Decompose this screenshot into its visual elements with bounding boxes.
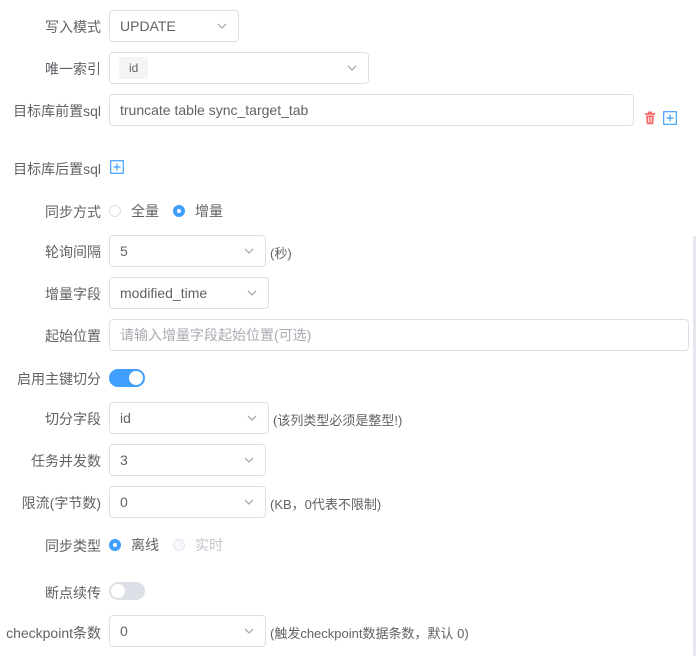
start-position-input[interactable]: 请输入增量字段起始位置(可选) [109, 319, 689, 351]
enable-pk-split-switch[interactable] [109, 369, 145, 387]
unique-index-label: 唯一索引 [45, 61, 101, 77]
chevron-down-icon [247, 414, 257, 422]
sync-mode-incremental-label: 增量 [195, 203, 223, 219]
chevron-down-icon [347, 64, 357, 72]
incremental-field-value: modified_time [120, 285, 208, 301]
checkpoint-count-hint: (触发checkpoint数据条数，默认 0) [270, 626, 469, 641]
target-pre-sql-value: truncate table sync_target_tab [120, 102, 309, 118]
split-field-label: 切分字段 [45, 411, 101, 427]
switch-knob [111, 584, 125, 598]
target-post-sql-row: 目标库后置sql [0, 158, 696, 178]
sync-type-realtime-label: 实时 [195, 537, 223, 553]
sync-type-row: 同步类型 离线 实时 [0, 535, 696, 555]
sync-type-offline-radio[interactable]: 离线 [109, 536, 164, 556]
sync-mode-full-label: 全量 [131, 203, 159, 219]
resume-switch[interactable] [109, 582, 145, 600]
sync-type-offline-label: 离线 [131, 537, 159, 553]
chevron-down-icon [247, 289, 257, 297]
target-pre-sql-input[interactable]: truncate table sync_target_tab [109, 94, 634, 126]
split-field-row: 切分字段 id (该列类型必须是整型!) [0, 402, 696, 434]
radio-dot [109, 205, 121, 217]
task-concurrency-row: 任务并发数 3 [0, 444, 696, 476]
trash-icon[interactable] [643, 111, 657, 125]
unique-index-tag: id [119, 57, 149, 79]
poll-interval-label: 轮询间隔 [45, 244, 101, 260]
chevron-down-icon [244, 247, 254, 255]
split-field-select[interactable]: id [109, 402, 269, 434]
unique-index-select[interactable]: id [109, 52, 369, 84]
task-concurrency-value: 3 [120, 452, 128, 468]
poll-interval-value: 5 [120, 243, 128, 259]
task-concurrency-select[interactable]: 3 [109, 444, 266, 476]
start-position-row: 起始位置 请输入增量字段起始位置(可选) [0, 319, 696, 351]
incremental-field-label: 增量字段 [45, 286, 101, 302]
rate-limit-hint: (KB，0代表不限制) [270, 497, 382, 512]
start-position-placeholder: 请输入增量字段起始位置(可选) [120, 327, 312, 343]
sync-mode-label: 同步方式 [45, 204, 101, 220]
chevron-down-icon [244, 627, 254, 635]
enable-pk-split-label: 启用主键切分 [17, 371, 101, 387]
rate-limit-row: 限流(字节数) 0 (KB，0代表不限制) [0, 486, 696, 518]
radio-dot [173, 539, 185, 551]
split-field-hint: (该列类型必须是整型!) [273, 413, 403, 428]
unique-index-row: 唯一索引 id [0, 52, 696, 84]
resume-label: 断点续传 [45, 585, 101, 601]
resume-row: 断点续传 [0, 582, 696, 602]
write-mode-label: 写入模式 [45, 19, 101, 35]
switch-knob [129, 371, 143, 385]
task-concurrency-label: 任务并发数 [31, 453, 101, 469]
rate-limit-label: 限流(字节数) [21, 495, 101, 511]
sync-type-label: 同步类型 [45, 538, 101, 554]
chevron-down-icon [244, 498, 254, 506]
radio-dot [173, 205, 185, 217]
poll-interval-suffix: (秒) [270, 246, 292, 261]
poll-interval-select[interactable]: 5 [109, 235, 266, 267]
write-mode-row: 写入模式 UPDATE [0, 10, 696, 42]
incremental-field-select[interactable]: modified_time [109, 277, 269, 309]
target-post-sql-label: 目标库后置sql [13, 161, 101, 177]
rate-limit-value: 0 [120, 494, 128, 510]
plus-square-icon[interactable] [663, 111, 677, 125]
write-mode-select[interactable]: UPDATE [109, 10, 239, 42]
checkpoint-count-select[interactable]: 0 [109, 615, 266, 647]
target-pre-sql-label: 目标库前置sql [13, 103, 101, 119]
start-position-label: 起始位置 [45, 328, 101, 344]
write-mode-value: UPDATE [120, 18, 176, 34]
sync-mode-row: 同步方式 全量 增量 [0, 201, 696, 221]
checkpoint-count-value: 0 [120, 623, 128, 639]
checkpoint-count-label: checkpoint条数 [6, 625, 101, 641]
plus-square-icon[interactable] [110, 160, 124, 174]
poll-interval-row: 轮询间隔 5 (秒) [0, 235, 696, 267]
sync-mode-incremental-radio[interactable]: 增量 [173, 202, 228, 222]
sync-type-realtime-radio: 实时 [173, 536, 228, 556]
sync-mode-full-radio[interactable]: 全量 [109, 202, 164, 222]
target-pre-sql-row: 目标库前置sql truncate table sync_target_tab [0, 94, 696, 126]
chevron-down-icon [244, 456, 254, 464]
chevron-down-icon [217, 22, 227, 30]
split-field-value: id [120, 410, 131, 426]
incremental-field-row: 增量字段 modified_time [0, 277, 696, 309]
checkpoint-count-row: checkpoint条数 0 (触发checkpoint数据条数，默认 0) [0, 615, 696, 647]
enable-pk-split-row: 启用主键切分 [0, 368, 696, 388]
rate-limit-select[interactable]: 0 [109, 486, 266, 518]
radio-dot [109, 539, 121, 551]
